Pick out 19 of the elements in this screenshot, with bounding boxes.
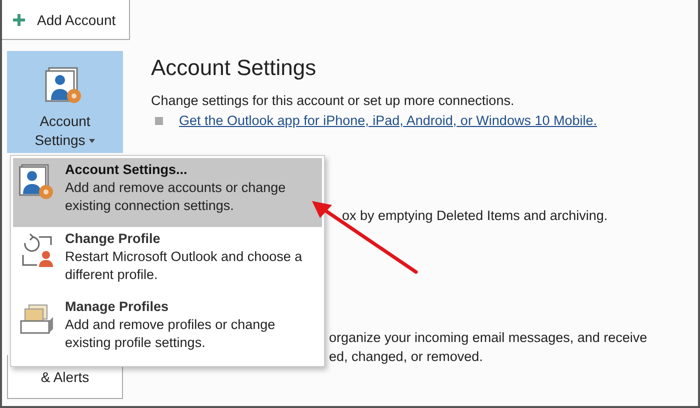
add-account-button[interactable]: Add Account	[2, 0, 130, 40]
bullet-icon	[155, 116, 163, 124]
account-settings-tile[interactable]: Account Settings	[7, 51, 123, 153]
plus-icon	[13, 14, 25, 26]
description-text: ed, changed, or removed.	[329, 348, 484, 366]
menu-item-description: Add and remove accounts or change existing connection settings.	[65, 179, 287, 215]
menu-item[interactable]: Account Settings... Add and remove accounts or change existing connection settings.	[13, 158, 322, 227]
page-title: Account Settings	[151, 55, 318, 81]
menu-item-title: Change Profile	[65, 230, 162, 246]
account-gear-icon	[19, 164, 55, 200]
menu-item-title: Manage Profiles	[65, 299, 170, 314]
description-text: organize your incoming email messages, and receive	[329, 329, 648, 347]
menu-item-description: Restart Microsoft Outlook and choose a different profile.	[65, 248, 303, 284]
menu-item[interactable]: Change Profile Restart Microsoft Outlook and choose a different profile.	[13, 226, 322, 296]
description-text: Change settings for this account or set up more connections.	[151, 93, 516, 108]
outlook-app-link[interactable]: Get the Outlook app for iPhone, iPad, Android, or Windows 10 Mobile.	[179, 113, 597, 128]
description-text: ox by emptying Deleted Items and archiving.	[342, 208, 609, 223]
menu-item-title: Account Settings...	[65, 162, 188, 177]
menu-item-description: Add and remove profiles or change existing profile settings.	[65, 316, 276, 352]
